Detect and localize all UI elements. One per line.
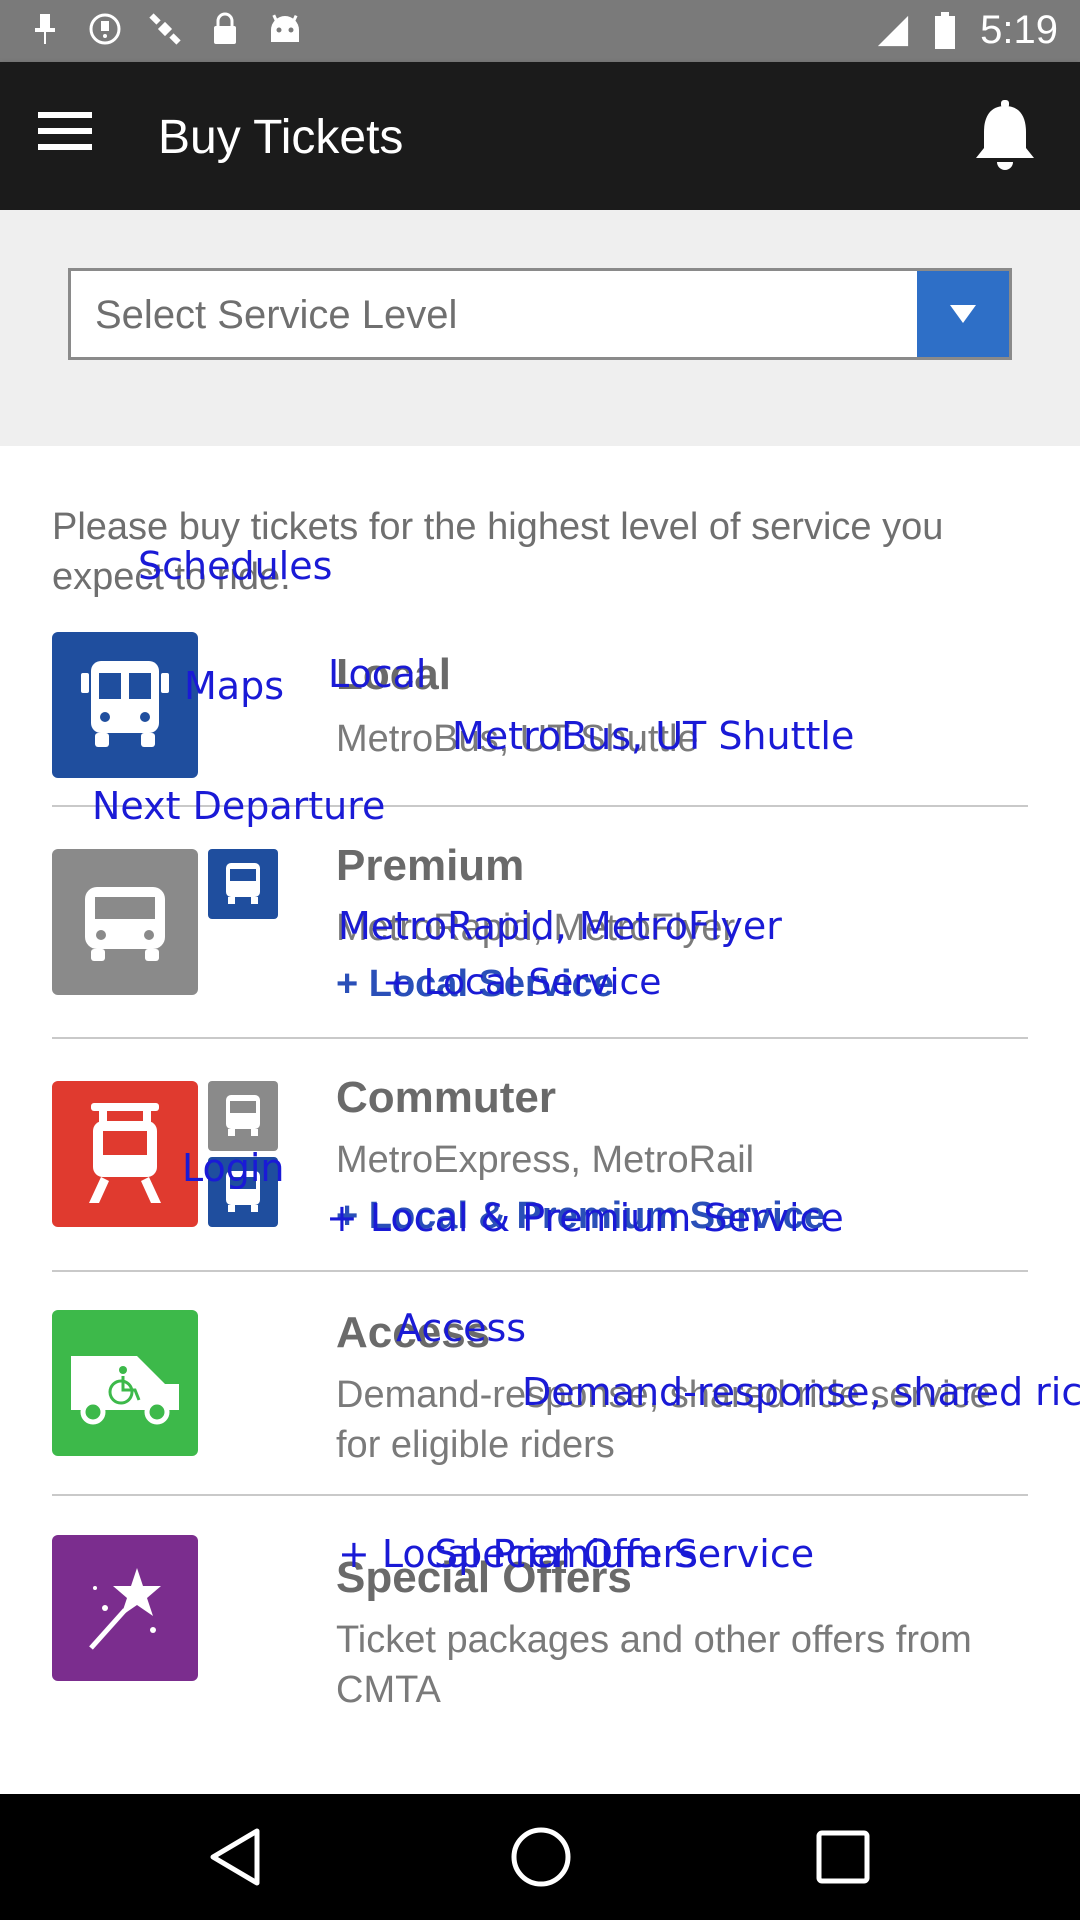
wheelchair-van-icon xyxy=(52,1310,198,1456)
overlay-special-offers[interactable]: Special Offers xyxy=(434,1532,698,1576)
divider xyxy=(52,1037,1028,1039)
overlay-local[interactable]: Local xyxy=(328,652,427,696)
satellite-icon xyxy=(148,12,182,46)
fake-gps-icon xyxy=(88,12,122,46)
service-selector-area: Select Service Level xyxy=(0,210,1080,446)
page-title: Buy Tickets xyxy=(158,111,404,164)
status-icons-right: 5:19 xyxy=(876,8,1058,53)
battery-icon xyxy=(928,11,962,49)
overlay-next-departure[interactable]: Next Departure xyxy=(92,784,385,828)
overlay-metrorapid[interactable]: MetroRapid, MetroFlyer xyxy=(338,904,782,948)
signal-icon xyxy=(876,14,910,48)
bus-mini-icon xyxy=(208,1081,278,1151)
divider xyxy=(52,1270,1028,1272)
notification-bell-icon[interactable] xyxy=(972,100,1042,176)
android-icon xyxy=(268,12,302,46)
overlay-local-premium[interactable]: + Local & Premium Service xyxy=(326,1196,844,1240)
system-nav-bar xyxy=(0,1794,1080,1920)
row-title: Premium xyxy=(336,841,525,890)
overlay-access[interactable]: Access xyxy=(396,1306,526,1350)
divider xyxy=(52,1494,1028,1496)
row-title: Commuter xyxy=(336,1073,557,1122)
dropdown-arrow-icon[interactable] xyxy=(917,271,1009,357)
overlay-local-service[interactable]: + Local Service xyxy=(382,962,661,1003)
home-circle-icon[interactable] xyxy=(506,1822,576,1892)
row-subtitle: MetroExpress, MetroRail xyxy=(336,1139,755,1181)
hamburger-menu-icon[interactable] xyxy=(38,112,108,162)
overlay-maps[interactable]: Maps xyxy=(184,664,284,708)
recents-square-icon[interactable] xyxy=(808,1822,878,1892)
bus-mini-icon xyxy=(208,849,278,919)
star-wand-icon xyxy=(52,1535,198,1681)
bus-icon xyxy=(52,632,198,778)
status-icons-left xyxy=(28,12,302,46)
overlay-demand[interactable]: Demand-response, shared ric xyxy=(522,1370,1080,1414)
bus-icon xyxy=(52,849,198,995)
app-bar: Buy Tickets xyxy=(0,62,1080,210)
status-bar: 5:19 xyxy=(0,0,1080,62)
service-level-select[interactable]: Select Service Level xyxy=(68,268,1012,360)
service-level-placeholder: Select Service Level xyxy=(95,293,458,337)
notification-pin-icon xyxy=(28,12,62,46)
back-triangle-icon[interactable] xyxy=(200,1822,270,1892)
overlay-schedules[interactable]: Schedules xyxy=(138,544,332,588)
row-subtitle: Ticket packages and other offers from CM… xyxy=(336,1619,972,1711)
status-time: 5:19 xyxy=(980,8,1058,52)
overlay-metrobus[interactable]: MetroBus, UT Shuttle xyxy=(452,714,854,758)
overlay-login[interactable]: Login xyxy=(182,1146,285,1190)
train-icon xyxy=(52,1081,198,1227)
lock-icon xyxy=(208,12,242,46)
